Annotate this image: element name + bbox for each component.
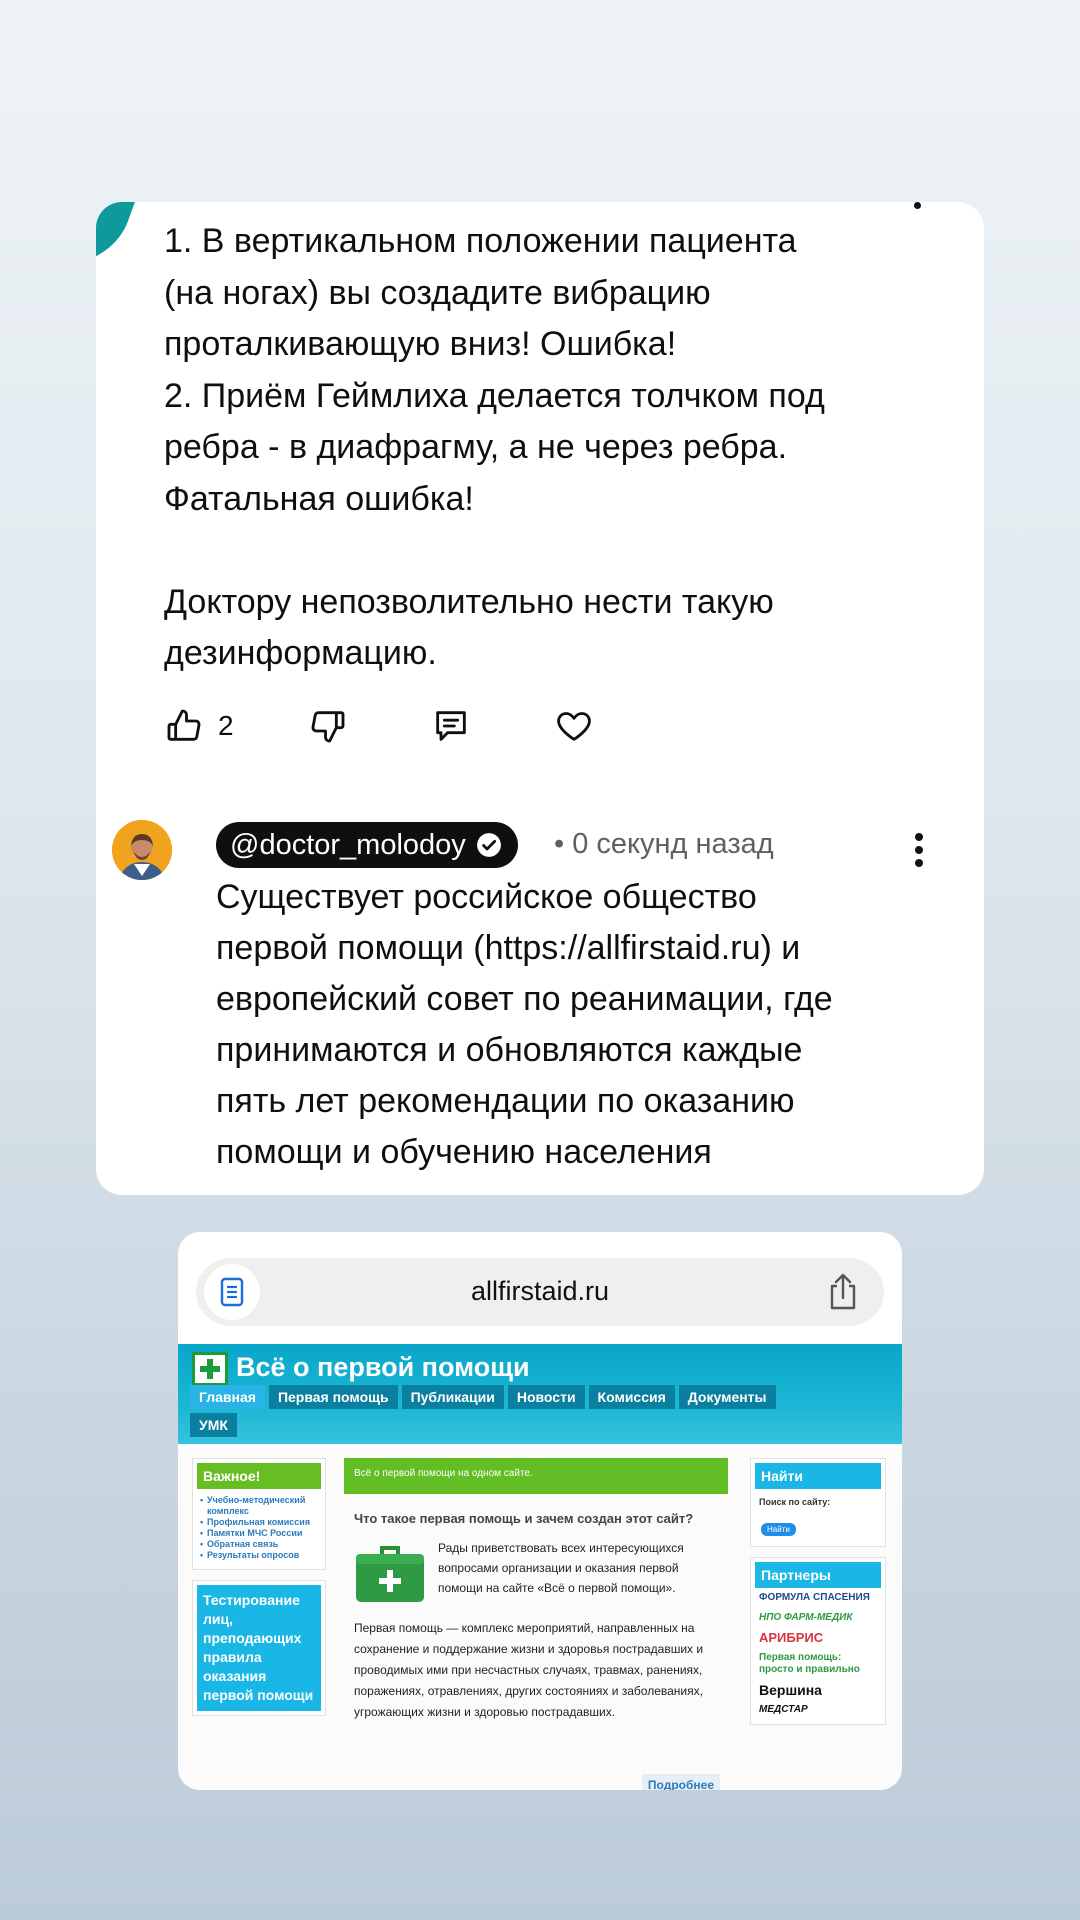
testing-label: Тестирование лиц, преподающих правила ок… bbox=[197, 1585, 321, 1711]
website-screenshot: allfirstaid.ru Всё о первой помощи Главн… bbox=[178, 1232, 902, 1790]
share-icon[interactable] bbox=[826, 1272, 860, 1312]
nav-item-home[interactable]: Главная bbox=[190, 1385, 265, 1409]
url-text: allfirstaid.ru bbox=[470, 1276, 610, 1306]
search-label: Поиск по сайту: bbox=[759, 1497, 831, 1507]
partner-logo[interactable]: ФОРМУЛА СПАСЕНИЯ bbox=[755, 1588, 881, 1608]
avatar[interactable] bbox=[112, 820, 172, 880]
important-link[interactable]: Результаты опросов bbox=[200, 1550, 317, 1561]
article-intro: Рады приветствовать всех интересующихся … bbox=[438, 1541, 684, 1595]
nav-item-publications[interactable]: Публикации bbox=[401, 1385, 504, 1409]
read-more-link[interactable]: Подробнее bbox=[641, 1774, 720, 1790]
heart-icon bbox=[557, 712, 591, 741]
article-body: Первая помощь — комплекс мероприятий, на… bbox=[354, 1621, 704, 1719]
teal-accent-tab bbox=[96, 202, 135, 262]
comment-text: 1. В вертикальном положении пациента (на… bbox=[164, 222, 825, 672]
important-title: Важное! bbox=[197, 1463, 321, 1489]
site-banner: Всё о первой помощи на одном сайте. bbox=[344, 1458, 728, 1494]
important-link[interactable]: Памятки МЧС России bbox=[200, 1528, 317, 1539]
address-bar[interactable]: allfirstaid.ru bbox=[196, 1258, 884, 1326]
partner-logo[interactable]: Вершина bbox=[755, 1680, 881, 1700]
partner-logo[interactable]: НПО ФАРМ-МЕДИК bbox=[755, 1608, 881, 1628]
partners-box: Партнеры ФОРМУЛА СПАСЕНИЯ НПО ФАРМ-МЕДИК… bbox=[750, 1557, 886, 1725]
author-badge[interactable]: @doctor_molodoy bbox=[216, 822, 518, 868]
site-header: Всё о первой помощи Главная Первая помощь… bbox=[178, 1344, 902, 1444]
heart-button[interactable] bbox=[554, 706, 594, 746]
article: Что такое первая помощь и зачем создан э… bbox=[344, 1494, 728, 1723]
right-column: Найти Поиск по сайту: Найти Партнеры ФОР… bbox=[750, 1458, 886, 1735]
left-column: Важное! Учебно-методический комплекс Про… bbox=[192, 1458, 326, 1726]
find-title: Найти bbox=[755, 1463, 881, 1489]
verified-icon bbox=[476, 833, 501, 857]
site-nav: Главная Первая помощь Публикации Новости Ком… bbox=[190, 1385, 890, 1441]
partners-title: Партнеры bbox=[755, 1562, 881, 1588]
reply-timestamp: • 0 секунд назад bbox=[554, 828, 774, 860]
nav-item-documents[interactable]: Документы bbox=[678, 1385, 776, 1409]
reply-icon bbox=[436, 711, 466, 741]
author-name: @doctor_molodoy bbox=[230, 828, 466, 861]
more-vert-icon[interactable] bbox=[914, 832, 924, 868]
nav-item-umk[interactable]: УМК bbox=[190, 1413, 237, 1437]
important-link[interactable]: Обратная связь bbox=[200, 1539, 317, 1550]
dislike-button[interactable] bbox=[308, 706, 348, 746]
search-box: Найти Поиск по сайту: Найти bbox=[750, 1458, 886, 1547]
partner-logo[interactable]: МЕДСТАР bbox=[755, 1700, 881, 1720]
doctor-avatar-icon bbox=[112, 820, 172, 880]
site-title: Всё о первой помощи bbox=[236, 1352, 530, 1382]
article-title: Что такое первая помощь и зачем создан э… bbox=[354, 1511, 694, 1526]
reply-button[interactable] bbox=[431, 706, 471, 746]
thumbs-down-icon bbox=[311, 711, 345, 743]
nav-item-first-aid[interactable]: Первая помощь bbox=[268, 1385, 398, 1409]
important-box: Важное! Учебно-методический комплекс Про… bbox=[192, 1458, 326, 1570]
important-link[interactable]: Учебно-методический комплекс bbox=[200, 1495, 317, 1517]
like-count: 2 bbox=[218, 710, 234, 741]
testing-box[interactable]: Тестирование лиц, преподающих правила ок… bbox=[192, 1580, 326, 1716]
partner-logo[interactable]: АРИБРИС bbox=[755, 1628, 881, 1648]
thumbs-up-icon bbox=[167, 709, 201, 741]
partner-logo[interactable]: Первая помощь: просто и правильно bbox=[755, 1648, 881, 1680]
main-column: Всё о первой помощи на одном сайте. Что … bbox=[344, 1458, 728, 1790]
reply-text: Существует российское общество первой по… bbox=[216, 878, 833, 1171]
search-button[interactable]: Найти bbox=[761, 1523, 796, 1536]
comment-card: 1. В вертикальном положении пациента (на… bbox=[96, 202, 984, 1195]
site-body: Важное! Учебно-методический комплекс Про… bbox=[178, 1444, 902, 1790]
first-aid-kit-icon bbox=[356, 1546, 424, 1602]
like-button[interactable]: 2 bbox=[164, 706, 234, 746]
first-aid-logo-icon bbox=[192, 1352, 228, 1386]
nav-item-news[interactable]: Новости bbox=[507, 1385, 585, 1409]
comment-actions: 2 bbox=[164, 706, 664, 756]
important-link[interactable]: Профильная комиссия bbox=[200, 1517, 317, 1528]
nav-item-commission[interactable]: Комиссия bbox=[588, 1385, 675, 1409]
menu-dot[interactable] bbox=[914, 202, 921, 209]
